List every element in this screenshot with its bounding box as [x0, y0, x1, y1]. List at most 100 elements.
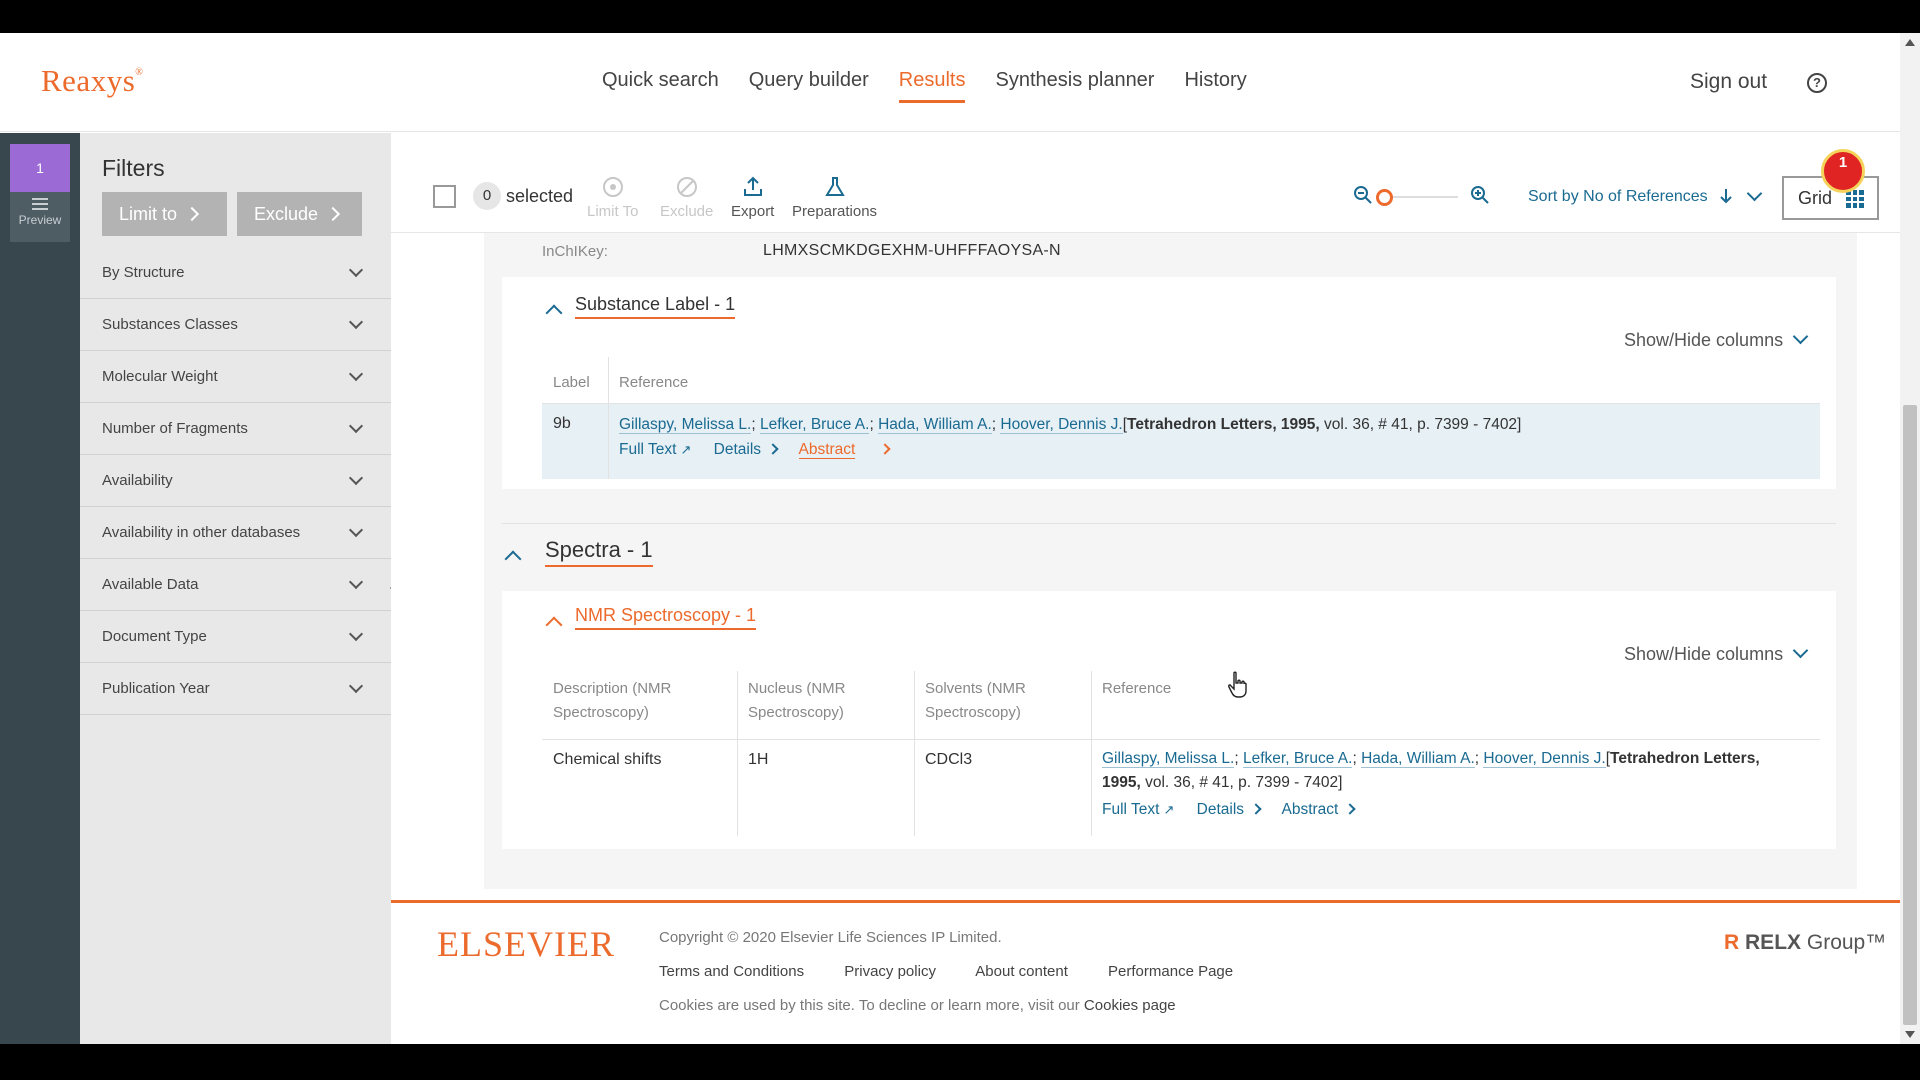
author-link[interactable]: Hada, William A.: [878, 416, 992, 434]
scroll-down-arrow-icon[interactable]: [1905, 1031, 1915, 1038]
relx-logo[interactable]: R RELX Group™: [1724, 931, 1886, 955]
chevron-down-icon[interactable]: [1746, 185, 1763, 202]
author-link[interactable]: Hoover, Dennis J.: [1000, 416, 1123, 434]
filter-molecular-weight[interactable]: Molecular Weight: [80, 351, 391, 403]
chevron-right-icon: [1250, 803, 1262, 815]
export-icon: [743, 176, 762, 196]
author-link[interactable]: Lefker, Bruce A.: [1243, 750, 1353, 768]
export-tool-label: Export: [731, 203, 775, 220]
details-link[interactable]: Details: [714, 441, 779, 458]
main-nav: Quick search Query builder Results Synth…: [602, 69, 1247, 103]
details-link[interactable]: Details: [1197, 801, 1262, 818]
terms-link[interactable]: Terms and Conditions: [659, 963, 804, 980]
nav-quick-search[interactable]: Quick search: [602, 69, 719, 103]
elsevier-logo[interactable]: ELSEVIER: [437, 923, 615, 965]
substance-label-title[interactable]: Substance Label - 1: [575, 294, 736, 319]
exclude-button[interactable]: Exclude: [237, 192, 362, 236]
preparations-tool[interactable]: Preparations: [792, 175, 877, 220]
show-hide-columns-button[interactable]: Show/Hide columns: [1624, 642, 1809, 665]
exclude-label: Exclude: [254, 204, 319, 224]
zoom-out-icon[interactable]: [1353, 185, 1373, 205]
chevron-down-icon: [348, 626, 364, 642]
column-header-nucleus: Nucleus (NMR Spectroscopy): [748, 680, 846, 721]
column-header-reference: Reference: [1102, 680, 1172, 697]
nav-history[interactable]: History: [1184, 69, 1246, 103]
column-header-description: Description (NMR Spectroscopy): [553, 680, 672, 721]
filter-number-of-fragments[interactable]: Number of Fragments: [80, 403, 391, 455]
nucleus-cell: 1H: [748, 751, 769, 768]
chevron-down-icon: [1792, 328, 1809, 345]
zoom-slider-handle[interactable]: [1376, 189, 1393, 206]
selected-count-badge: 0: [473, 182, 501, 210]
filter-label: Availability: [102, 472, 173, 489]
privacy-link[interactable]: Privacy policy: [844, 963, 936, 980]
table-divider: [542, 739, 1820, 740]
filter-document-type[interactable]: Document Type: [80, 611, 391, 663]
relx-r-mark: R: [1724, 931, 1740, 954]
author-link[interactable]: Hada, William A.: [1361, 750, 1475, 768]
sign-out-link[interactable]: Sign out: [1690, 70, 1767, 94]
exclude-icon: [676, 177, 697, 197]
nav-query-builder[interactable]: Query builder: [749, 69, 869, 103]
nmr-spectroscopy-panel: NMR Spectroscopy - 1 Show/Hide columns D…: [502, 591, 1836, 849]
reaxys-logo[interactable]: Reaxys®: [41, 63, 143, 99]
chevron-up-icon[interactable]: [545, 616, 563, 634]
filter-availability-other-databases[interactable]: Availability in other databases: [80, 507, 391, 559]
copyright-text: Copyright © 2020 Elsevier Life Sciences …: [659, 929, 1002, 946]
performance-page-link[interactable]: Performance Page: [1108, 963, 1233, 980]
left-strip: 1 Preview: [0, 133, 80, 1044]
nav-synthesis-planner[interactable]: Synthesis planner: [995, 69, 1154, 103]
chevron-down-icon: [1792, 642, 1809, 659]
footer-links: Terms and Conditions Privacy policy Abou…: [659, 963, 1269, 980]
limit-to-tool[interactable]: Limit To: [587, 175, 638, 220]
nmr-spectroscopy-title[interactable]: NMR Spectroscopy - 1: [575, 605, 757, 630]
results-main: InChIKey: LHMXSCMKDGEXHM-UHFFFAOYSA-N Su…: [391, 233, 1900, 933]
column-divider: [608, 357, 609, 479]
label-cell: 9b: [553, 415, 571, 432]
scroll-up-arrow-icon[interactable]: [1905, 39, 1915, 46]
zoom-in-icon[interactable]: [1470, 185, 1490, 205]
select-all-checkbox[interactable]: [433, 185, 456, 208]
help-icon[interactable]: ?: [1807, 73, 1827, 93]
limit-to-icon: [602, 177, 623, 197]
filter-by-structure[interactable]: By Structure: [80, 247, 391, 299]
show-hide-columns-button[interactable]: Show/Hide columns: [1624, 328, 1809, 351]
notification-badge[interactable]: 1: [1821, 149, 1865, 193]
result-set-tab[interactable]: 1: [10, 144, 70, 192]
about-content-link[interactable]: About content: [975, 963, 1068, 980]
filter-publication-year[interactable]: Publication Year: [80, 663, 391, 715]
author-link[interactable]: Gillaspy, Melissa L.: [619, 416, 752, 434]
filter-label: Molecular Weight: [102, 368, 218, 385]
scrollbar-thumb[interactable]: [1903, 405, 1917, 1025]
filter-available-data[interactable]: Available Data: [80, 559, 391, 611]
chevron-down-icon: [348, 678, 364, 694]
chevron-right-icon: [767, 443, 779, 455]
sort-dropdown[interactable]: Sort by No of References: [1528, 188, 1708, 206]
abstract-link[interactable]: Abstract: [798, 441, 856, 459]
spectra-title[interactable]: Spectra - 1: [545, 537, 653, 567]
filter-substances-classes[interactable]: Substances Classes: [80, 299, 391, 351]
full-text-link[interactable]: Full Text ↗: [619, 441, 691, 458]
limit-to-button[interactable]: Limit to: [102, 192, 227, 236]
author-link[interactable]: Lefker, Bruce A.: [760, 416, 870, 434]
full-text-label: Full Text: [619, 441, 677, 458]
zoom-slider-track[interactable]: [1392, 196, 1458, 198]
chevron-right-icon: [879, 443, 892, 455]
journal-name: Tetrahedron Letters,: [1610, 750, 1760, 767]
exclude-tool[interactable]: Exclude: [660, 175, 713, 220]
author-link[interactable]: Hoover, Dennis J.: [1483, 750, 1606, 768]
nav-results[interactable]: Results: [898, 69, 966, 103]
cookies-page-link[interactable]: Cookies page: [1084, 997, 1176, 1014]
chevron-down-icon: [348, 522, 364, 538]
preview-button[interactable]: Preview: [10, 192, 70, 242]
preview-label: Preview: [18, 213, 62, 227]
page-scrollbar[interactable]: [1900, 33, 1920, 1044]
full-text-link[interactable]: Full Text ↗: [1102, 801, 1174, 818]
sort-direction-icon[interactable]: [1719, 188, 1733, 204]
filter-availability[interactable]: Availability: [80, 455, 391, 507]
abstract-link[interactable]: Abstract: [1282, 801, 1357, 818]
exclude-tool-label: Exclude: [660, 203, 714, 220]
export-tool[interactable]: Export: [731, 175, 774, 220]
author-link[interactable]: Gillaspy, Melissa L.: [1102, 750, 1235, 768]
chevron-up-icon[interactable]: [545, 304, 563, 322]
